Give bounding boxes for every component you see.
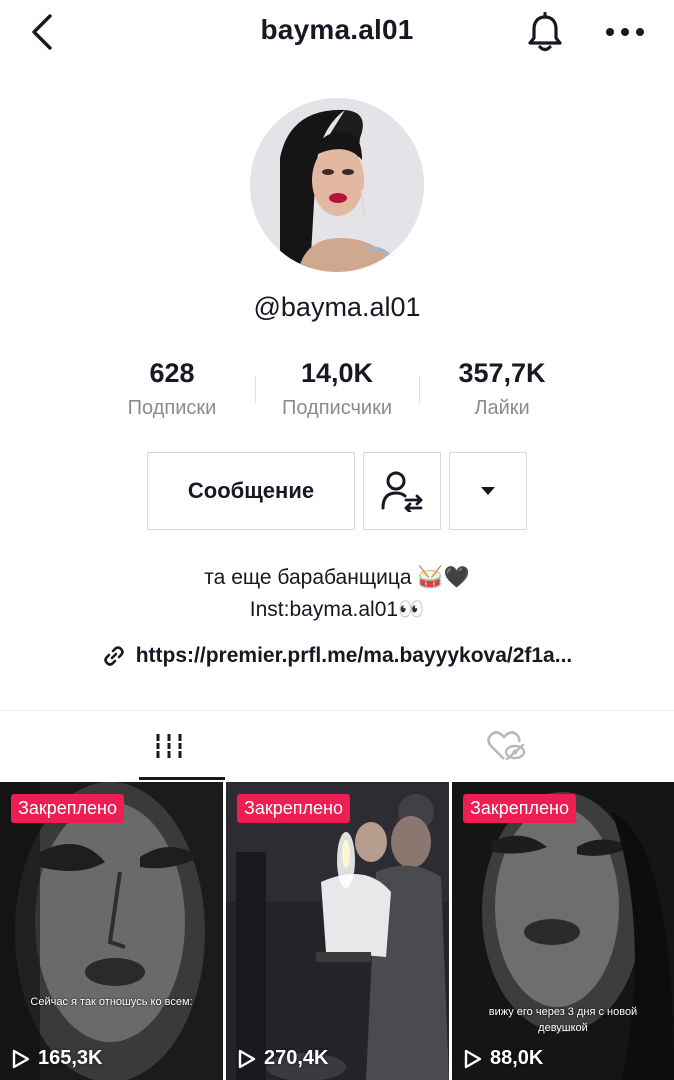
stat-following-label: Подписки <box>127 397 217 419</box>
view-count-value: 165,3K <box>38 1047 103 1069</box>
link-icon <box>103 646 124 666</box>
top-bar: bayma.al01 <box>0 0 674 64</box>
caret-down-icon <box>481 487 495 495</box>
liked-hidden-icon <box>486 731 525 761</box>
video-caption: Сейчас я так отношусь ко всем: <box>30 996 193 1008</box>
page-title: bayma.al01 <box>260 14 414 45</box>
view-count-value: 270,4K <box>264 1047 329 1069</box>
video-caption: вижу его через 3 дня с новой девушкой <box>488 1006 638 1034</box>
bio-link-text: https://premier.prfl.me/ma.bayyykova/2f1… <box>135 644 573 667</box>
play-icon <box>464 1049 482 1068</box>
play-icon <box>12 1049 30 1068</box>
profile-handle: @bayma.al01 <box>253 292 421 322</box>
grid-icon <box>154 734 183 758</box>
video-tile[interactable]: Закреплено 270,4K <box>226 782 449 1080</box>
follow-button[interactable] <box>363 452 441 530</box>
stat-likes-label: Лайки <box>474 397 530 419</box>
bio-line: Inst:bayma.al01👀 <box>249 598 425 621</box>
more-options-button[interactable] <box>600 10 650 54</box>
bio-line: та еще барабанщица 🥁🖤 <box>204 566 470 589</box>
view-count: 165,3K <box>12 1047 103 1070</box>
video-tile[interactable]: Закреплено Сейчас я так отношусь ко всем… <box>0 782 223 1080</box>
stat-likes-value: 357,7K <box>458 358 546 388</box>
user-switch-icon <box>381 471 423 512</box>
tab-liked[interactable] <box>337 711 674 781</box>
active-tab-indicator <box>139 777 225 780</box>
notifications-button[interactable] <box>522 10 568 54</box>
avatar[interactable] <box>250 98 424 272</box>
video-thumbnail <box>0 782 223 1080</box>
video-thumbnail <box>226 782 449 1080</box>
ellipsis-icon <box>606 28 644 36</box>
video-tile[interactable]: Закреплено вижу его через 3 дня с новой … <box>452 782 674 1080</box>
stat-followers-label: Подписчики <box>281 397 393 419</box>
view-count-value: 88,0K <box>490 1047 544 1069</box>
pinned-badge: Закреплено <box>463 794 576 823</box>
suggested-accounts-button[interactable] <box>449 452 527 530</box>
stat-divider <box>255 376 256 404</box>
tab-videos[interactable] <box>0 711 337 781</box>
stat-following[interactable]: 628 Подписки <box>92 358 252 420</box>
stat-divider <box>419 376 420 404</box>
pinned-badge: Закреплено <box>237 794 350 823</box>
bio-link[interactable]: https://premier.prfl.me/ma.bayyykova/2f1… <box>0 644 674 668</box>
stat-followers[interactable]: 14,0K Подписчики <box>257 358 417 420</box>
view-count: 270,4K <box>238 1047 329 1070</box>
avatar-image <box>250 98 424 272</box>
bell-icon <box>528 12 562 52</box>
message-button[interactable]: Сообщение <box>147 452 355 530</box>
stat-likes[interactable]: 357,7K Лайки <box>422 358 582 420</box>
play-icon <box>238 1049 256 1068</box>
stat-followers-value: 14,0K <box>300 358 374 388</box>
pinned-badge: Закреплено <box>11 794 124 823</box>
stat-following-value: 628 <box>149 358 195 388</box>
view-count: 88,0K <box>464 1047 543 1070</box>
